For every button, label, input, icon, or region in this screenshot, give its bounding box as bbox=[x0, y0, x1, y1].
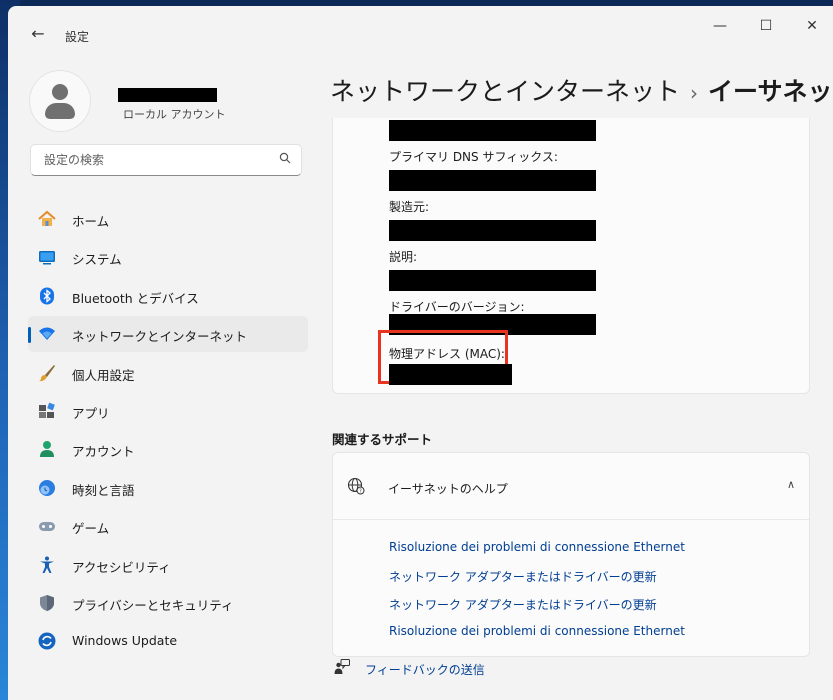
wifi-icon bbox=[38, 325, 56, 343]
page-title: ネットワークとインターネット › イーサネット bbox=[330, 72, 833, 108]
sidebar-item-label: 個人用設定 bbox=[72, 367, 135, 383]
feedback-label[interactable]: フィードバックの送信 bbox=[365, 661, 485, 678]
sidebar-item-label: アプリ bbox=[72, 405, 110, 421]
ethernet-help-card: ? イーサネットのヘルプ ∧ Risoluzione dei problemi … bbox=[332, 452, 810, 657]
mac-address-redacted bbox=[389, 364, 512, 385]
sidebar-item-home[interactable]: ホーム bbox=[28, 201, 308, 237]
help-link-troubleshoot[interactable]: Risoluzione dei problemi di connessione … bbox=[389, 540, 685, 554]
breadcrumb-parent[interactable]: ネットワークとインターネット bbox=[330, 77, 680, 106]
svg-text:?: ? bbox=[359, 489, 362, 495]
ethernet-help-header[interactable]: ? イーサネットのヘルプ ∧ bbox=[333, 453, 809, 520]
search-input[interactable] bbox=[42, 152, 266, 168]
search-icon[interactable] bbox=[279, 152, 291, 167]
help-link-troubleshoot[interactable]: Risoluzione dei problemi di connessione … bbox=[389, 624, 685, 638]
mac-address-label: 物理アドレス (MAC): bbox=[389, 347, 505, 361]
user-profile[interactable]: ローカル アカウント bbox=[30, 71, 300, 131]
sidebar-item-accessibility[interactable]: アクセシビリティ bbox=[28, 547, 308, 583]
sidebar-item-network[interactable]: ネットワークとインターネット bbox=[28, 316, 308, 353]
sidebar-item-time-language[interactable]: 時刻と言語 bbox=[28, 470, 308, 506]
ethernet-help-title: イーサネットのヘルプ bbox=[388, 482, 508, 496]
bluetooth-icon bbox=[38, 287, 56, 305]
back-button[interactable]: ← bbox=[24, 20, 52, 48]
sidebar-item-gaming[interactable]: ゲーム bbox=[28, 508, 308, 544]
title-bar: ← 設定 — ☐ ✕ bbox=[8, 6, 833, 54]
account-type: ローカル アカウント bbox=[123, 108, 226, 121]
redacted-value bbox=[389, 270, 596, 291]
feedback-icon bbox=[334, 659, 350, 675]
brush-icon bbox=[38, 364, 56, 382]
sidebar-item-windows-update[interactable]: Windows Update bbox=[28, 623, 308, 659]
redacted-value bbox=[389, 170, 596, 191]
avatar-body-shape bbox=[45, 103, 75, 119]
home-icon bbox=[38, 210, 56, 228]
apps-icon bbox=[38, 402, 56, 420]
ethernet-properties-card: プライマリ DNS サフィックス: 製造元: 説明: ドライバーのバージョン: … bbox=[332, 118, 810, 394]
system-icon bbox=[38, 248, 56, 266]
sidebar-item-label: アクセシビリティ bbox=[72, 559, 171, 575]
related-support-heading: 関連するサポート bbox=[332, 432, 433, 447]
accessibility-icon bbox=[38, 556, 56, 574]
sidebar-item-label: Windows Update bbox=[72, 633, 178, 649]
close-button[interactable]: ✕ bbox=[792, 10, 832, 42]
breadcrumb-current: イーサネット bbox=[708, 77, 833, 106]
person-icon bbox=[38, 440, 56, 458]
sidebar-item-apps[interactable]: アプリ bbox=[28, 393, 308, 429]
globe-help-icon: ? bbox=[347, 477, 365, 495]
sidebar-item-label: ネットワークとインターネット bbox=[72, 329, 248, 345]
sidebar-item-label: 時刻と言語 bbox=[72, 482, 135, 498]
dns-suffix-label: プライマリ DNS サフィックス: bbox=[389, 150, 558, 164]
user-name-redacted bbox=[118, 88, 217, 102]
breadcrumb-separator: › bbox=[690, 81, 699, 105]
sidebar-item-system[interactable]: システム bbox=[28, 239, 308, 275]
avatar bbox=[30, 71, 90, 131]
sidebar-item-personalization[interactable]: 個人用設定 bbox=[28, 355, 308, 391]
sidebar-item-label: ゲーム bbox=[72, 521, 110, 537]
avatar-head-shape bbox=[52, 84, 68, 100]
app-title: 設定 bbox=[65, 30, 90, 44]
redacted-value bbox=[389, 120, 596, 141]
sidebar-item-privacy[interactable]: プライバシーとセキュリティ bbox=[28, 585, 308, 621]
help-link-update-adapter[interactable]: ネットワーク アダプターまたはドライバーの更新 bbox=[389, 596, 657, 613]
globe-clock-icon bbox=[38, 479, 56, 497]
sidebar-item-bluetooth[interactable]: Bluetooth とデバイス bbox=[28, 278, 308, 314]
shield-icon bbox=[38, 594, 56, 612]
search-box[interactable] bbox=[30, 144, 302, 176]
settings-window: ← 設定 — ☐ ✕ ローカル アカウント ホーム システム bbox=[8, 6, 833, 700]
maximize-button[interactable]: ☐ bbox=[746, 10, 786, 42]
sidebar-item-accounts[interactable]: アカウント bbox=[28, 431, 308, 467]
update-icon bbox=[38, 632, 56, 650]
driver-version-label: ドライバーのバージョン: bbox=[389, 300, 525, 314]
gamepad-icon bbox=[38, 517, 56, 535]
sidebar-item-label: ホーム bbox=[72, 214, 110, 229]
sidebar-item-label: Bluetooth とデバイス bbox=[72, 290, 199, 306]
help-link-update-adapter[interactable]: ネットワーク アダプターまたはドライバーの更新 bbox=[389, 568, 657, 585]
sidebar-nav: ホーム システム Bluetooth とデバイス ネットワークとインターネット bbox=[28, 201, 308, 662]
redacted-value bbox=[389, 220, 596, 241]
manufacturer-label: 製造元: bbox=[389, 200, 430, 214]
chevron-up-icon[interactable]: ∧ bbox=[787, 478, 795, 491]
sidebar-item-label: プライバシーとセキュリティ bbox=[72, 597, 234, 613]
sidebar-item-label: システム bbox=[72, 252, 122, 268]
minimize-button[interactable]: — bbox=[700, 10, 740, 42]
sidebar-item-label: アカウント bbox=[72, 444, 135, 460]
description-label: 説明: bbox=[389, 250, 418, 264]
active-indicator bbox=[28, 327, 31, 344]
